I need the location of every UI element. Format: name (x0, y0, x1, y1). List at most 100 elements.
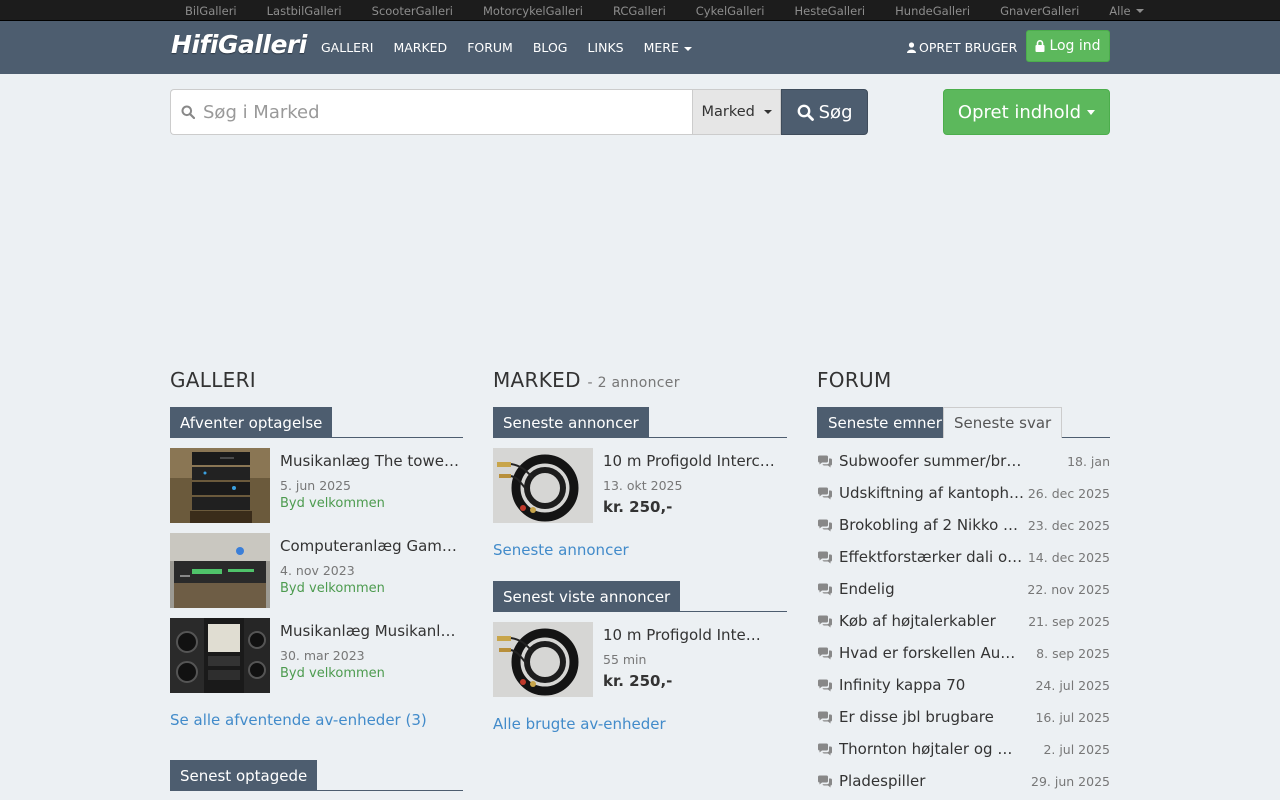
comments-icon (818, 519, 832, 532)
gallery-item-date: 30. mar 2023 (280, 648, 365, 663)
gallery-item-date: 4. nov 2023 (280, 563, 355, 578)
forum-topic-row[interactable]: Infinity kappa 70 24. jul 2025 (817, 670, 1110, 702)
network-all-dropdown[interactable]: Alle (1109, 3, 1144, 18)
network-link[interactable]: MotorcykelGalleri (483, 4, 583, 18)
forum-topic-title[interactable]: Brokobling af 2 Nikko Alpha (839, 516, 1024, 534)
forum-topic-title[interactable]: Hvad er forskellen Audio... (839, 644, 1024, 662)
network-link[interactable]: ScooterGalleri (372, 4, 453, 18)
comments-icon (818, 487, 832, 500)
forum-topic-date: 16. jul 2025 (1035, 710, 1110, 725)
forum-topic-row[interactable]: Subwoofer summer/brummer 18. jan (817, 446, 1110, 478)
main-nav-links: GALLERI MARKED FORUM BLOG LINKS MERE (321, 21, 712, 74)
tab-seneste-annoncer[interactable]: Seneste annoncer (493, 407, 649, 438)
forum-topic-row[interactable]: Thornton højtaler og mixer 2. jul 2025 (817, 734, 1110, 766)
forum-topic-title[interactable]: Effektforstærker dali optikon (839, 548, 1024, 566)
forum-topic-title[interactable]: Thornton højtaler og mixer (839, 740, 1024, 758)
gallery-item-title[interactable]: Musikanlæg Musikanlæg hjemme (280, 622, 463, 640)
tab-seneste-emner[interactable]: Seneste emner (817, 407, 953, 438)
comments-icon (818, 583, 832, 596)
network-all-label: Alle (1109, 3, 1131, 18)
network-link[interactable]: HundeGalleri (895, 4, 970, 18)
forum-topic-row[interactable]: Brokobling af 2 Nikko Alpha23. dec 2025 (817, 510, 1110, 542)
marked-column: MARKED - 2 annoncer Seneste annoncer 10 … (493, 368, 787, 733)
tab-senest-viste-annoncer[interactable]: Senest viste annoncer (493, 581, 681, 612)
search-scope-dropdown[interactable]: Marked (692, 89, 782, 135)
forum-topic-title[interactable]: Køb af højtalerkabler (839, 612, 1024, 630)
forum-topic-date: 22. nov 2025 (1027, 582, 1110, 597)
nav-forum[interactable]: FORUM (467, 40, 513, 55)
create-content-label: Opret indhold (957, 101, 1082, 123)
network-link[interactable]: LastbilGalleri (267, 4, 342, 18)
create-user-link[interactable]: OPRET BRUGER (907, 21, 1017, 74)
gallery-item-title[interactable]: Musikanlæg The tower from ... (280, 452, 463, 470)
network-link[interactable]: BilGalleri (185, 4, 237, 18)
nav-more-dropdown[interactable]: MERE (644, 40, 692, 55)
comments-icon (818, 647, 832, 660)
search-field[interactable] (170, 89, 693, 135)
forum-topic-title[interactable]: Infinity kappa 70 (839, 676, 1024, 694)
comments-icon (818, 615, 832, 628)
listing-item[interactable]: 10 m Profigold Interconnect 55 min kr. 2… (493, 622, 787, 697)
search-button-label: Søg (818, 101, 853, 123)
search-button[interactable]: Søg (781, 89, 868, 135)
marked-heading: MARKED - 2 annoncer (493, 368, 787, 392)
listing-title[interactable]: 10 m Profigold Interconnect (603, 626, 763, 644)
forum-topic-title[interactable]: Er disse jbl brugbare (839, 708, 1024, 726)
gallery-item-title[interactable]: Computeranlæg Gamer setup (280, 537, 463, 555)
forum-topic-title[interactable]: Pladespiller (839, 772, 1024, 790)
forum-topic-row[interactable]: Udskiftning af kantophæng 26. dec 2025 (817, 478, 1110, 510)
forum-topic-title[interactable]: Subwoofer summer/brummer (839, 452, 1024, 470)
forum-topic-title[interactable]: Endelig (839, 580, 1024, 598)
all-used-av-link[interactable]: Alle brugte av-enheder (493, 715, 787, 733)
listing-title[interactable]: 10 m Profigold Interconnect (603, 452, 779, 470)
network-link[interactable]: RCGalleri (613, 4, 666, 18)
welcome-link[interactable]: Byd velkommen (280, 496, 385, 511)
listing-thumbnail[interactable] (493, 448, 593, 523)
marked-count: - 2 annoncer (587, 375, 680, 391)
network-link[interactable]: CykelGalleri (696, 4, 765, 18)
comments-icon (818, 551, 832, 564)
nav-blog[interactable]: BLOG (533, 40, 568, 55)
gallery-item[interactable]: Musikanlæg The tower from ... 5. jun 2025… (170, 448, 463, 523)
seneste-annoncer-link[interactable]: Seneste annoncer (493, 541, 787, 559)
tab-seneste-svar[interactable]: Seneste svar (943, 407, 1063, 438)
tab-senest-optagede[interactable]: Senest optagede (170, 760, 318, 791)
forum-topic-row[interactable]: Køb af højtalerkabler 21. sep 2025 (817, 606, 1110, 638)
tab-afventer-optagelse[interactable]: Afventer optagelse (170, 407, 333, 438)
search-input[interactable] (203, 101, 683, 123)
create-content-button[interactable]: Opret indhold (943, 89, 1110, 135)
forum-topic-date: 21. sep 2025 (1028, 614, 1110, 629)
forum-topic-row[interactable]: Endelig 22. nov 2025 (817, 574, 1110, 606)
forum-topic-title[interactable]: Udskiftning af kantophæng (839, 484, 1024, 502)
listing-date: 55 min (603, 652, 647, 667)
forum-topic-row[interactable]: Er disse jbl brugbare 16. jul 2025 (817, 702, 1110, 734)
chevron-down-icon (683, 46, 692, 51)
nav-marked[interactable]: MARKED (393, 40, 447, 55)
listing-thumbnail[interactable] (493, 622, 593, 697)
gallery-thumbnail[interactable] (170, 618, 270, 693)
nav-links[interactable]: LINKS (587, 40, 623, 55)
gallery-item[interactable]: Computeranlæg Gamer setup 4. nov 2023 Byd … (170, 533, 463, 608)
login-button[interactable]: Log ind (1026, 30, 1110, 62)
forum-topic-row[interactable]: Hvad er forskellen Audio... 8. sep 2025 (817, 638, 1110, 670)
listing-item[interactable]: 10 m Profigold Interconnect 13. okt 2025… (493, 448, 787, 523)
welcome-link[interactable]: Byd velkommen (280, 581, 385, 596)
gallery-item[interactable]: Musikanlæg Musikanlæg hjemme 30. mar 2023… (170, 618, 463, 693)
forum-topic-row[interactable]: Pladespiller 29. jun 2025 (817, 766, 1110, 798)
nav-galleri[interactable]: GALLERI (321, 40, 373, 55)
site-logo[interactable]: HifiGalleri (171, 30, 307, 59)
network-link[interactable]: HesteGalleri (794, 4, 865, 18)
forum-tabbar: Seneste emner Seneste svar (817, 407, 1110, 438)
forum-topic-list: Subwoofer summer/brummer 18. jan Udskiftni… (817, 446, 1110, 798)
gallery-thumbnail[interactable] (170, 448, 270, 523)
comments-icon (818, 743, 832, 756)
see-all-pending-link[interactable]: Se alle afventende av-enheder (3) (170, 711, 463, 729)
gallery-thumbnail[interactable] (170, 533, 270, 608)
network-link[interactable]: GnaverGalleri (1000, 4, 1079, 18)
forum-topic-row[interactable]: Effektforstærker dali optikon14. dec 202… (817, 542, 1110, 574)
chevron-down-icon (1135, 9, 1144, 13)
welcome-link[interactable]: Byd velkommen (280, 666, 385, 681)
chevron-down-icon (763, 110, 772, 114)
galleri-list: Musikanlæg The tower from ... 5. jun 2025… (170, 448, 463, 693)
network-bar: BilGalleri LastbilGalleri ScooterGalleri Mo… (0, 0, 1280, 21)
